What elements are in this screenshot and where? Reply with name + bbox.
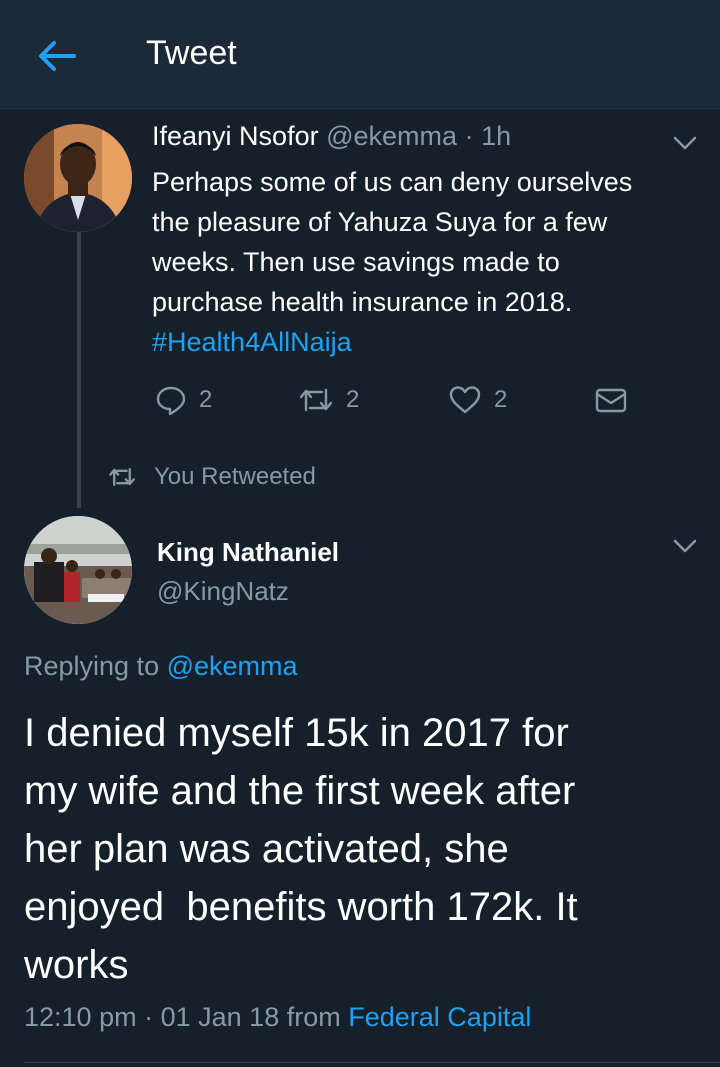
from-label: from (286, 1002, 341, 1032)
chevron-down-icon[interactable] (673, 539, 697, 553)
like-button[interactable]: 2 (448, 383, 507, 417)
replying-to-handle[interactable]: @ekemma (167, 651, 298, 681)
page-title: Tweet (146, 34, 237, 72)
author-name[interactable]: King Nathaniel (157, 537, 339, 568)
tweet-text-line: my wife and the first week after (24, 769, 576, 813)
tweet-location-link[interactable]: Federal Capital (348, 1002, 531, 1032)
reply-button[interactable]: 2 (155, 383, 212, 417)
tweet-time: 1h (481, 121, 512, 151)
hashtag-link[interactable]: #Health4AllNaija (152, 322, 692, 362)
parent-tweet-text: Perhaps some of us can deny ourselves th… (152, 162, 692, 362)
retweet-button[interactable]: 2 (298, 383, 359, 417)
retweet-indicator: You Retweeted (108, 462, 316, 492)
divider (24, 1062, 720, 1063)
parent-tweet-header: Ifeanyi Nsofor @ekemma · 1h (152, 121, 511, 152)
tweet-text-line: I denied myself 15k in 2017 for (24, 711, 569, 755)
tweet-text-line: enjoyed benefits worth 172k. It (24, 885, 578, 929)
reply-count: 2 (199, 386, 213, 413)
main-tweet-text: I denied myself 15k in 2017 for my wife … (24, 704, 704, 994)
like-count: 2 (494, 386, 508, 413)
retweet-count: 2 (346, 386, 360, 413)
replying-to-label: Replying to (24, 651, 160, 681)
tweet-text-line: her plan was activated, she (24, 827, 509, 871)
avatar-king-nathaniel[interactable] (24, 516, 132, 624)
tweet-date: 01 Jan 18 (160, 1002, 280, 1032)
envelope-icon (595, 388, 627, 413)
author-handle[interactable]: @ekemma (326, 121, 457, 151)
tweet-text-line: the pleasure of Yahuza Suya for a few (152, 207, 608, 237)
heart-icon (449, 386, 481, 414)
tweet-text-line: purchase health insurance in 2018. (152, 287, 573, 317)
tweet-text-line: works (24, 943, 129, 987)
author-name[interactable]: Ifeanyi Nsofor (152, 121, 319, 151)
tweet-text-line: weeks. Then use savings made to (152, 247, 560, 277)
separator-dot: · (464, 121, 474, 151)
top-bar: Tweet (0, 0, 720, 111)
author-handle[interactable]: @KingNatz (157, 576, 289, 607)
avatar-ifeanyi-nsofor[interactable] (24, 124, 132, 232)
retweet-indicator-label: You Retweeted (154, 463, 316, 490)
tweet-metadata: 12:10 pm · 01 Jan 18 from Federal Capita… (24, 1002, 531, 1033)
retweet-icon (299, 388, 333, 412)
direct-message-button[interactable] (594, 383, 628, 417)
tweet-time: 12:10 pm (24, 1002, 137, 1032)
chevron-down-icon[interactable] (673, 136, 697, 150)
separator-dot: · (144, 1002, 154, 1032)
thread-connector-line (77, 230, 81, 508)
retweet-icon (109, 468, 135, 486)
tweet-text-line: Perhaps some of us can deny ourselves (152, 167, 633, 197)
arrow-left-icon[interactable] (36, 38, 76, 74)
replying-to-line: Replying to @ekemma (24, 651, 298, 682)
reply-icon (156, 386, 186, 416)
